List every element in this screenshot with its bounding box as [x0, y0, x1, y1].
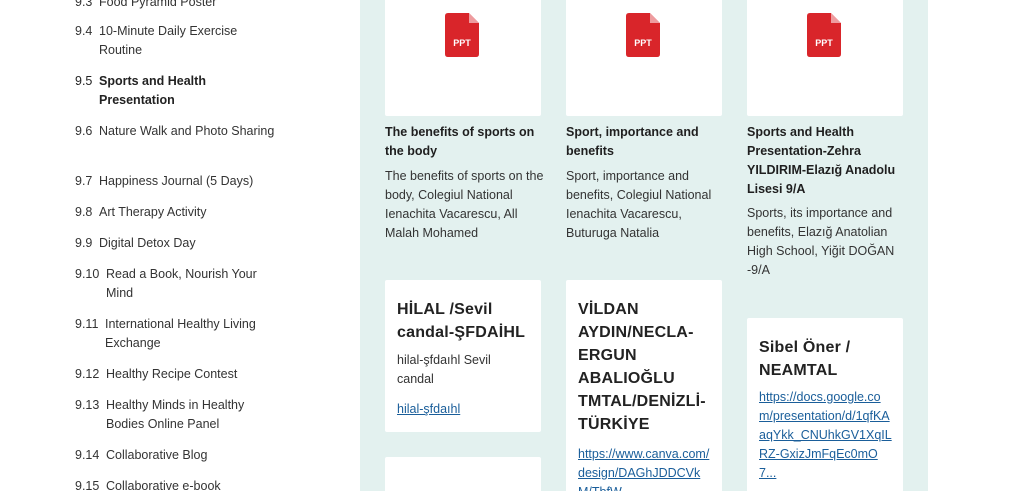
- link-card-title: VİLDAN AYDIN/NECLA-ERGUN ABALIOĞLU TMTAL…: [578, 301, 706, 433]
- sidebar-item-recipe-contest[interactable]: 9.12 Healthy Recipe Contest: [75, 365, 275, 384]
- ppt-file-icon: PPT: [807, 13, 841, 57]
- link-card-url[interactable]: https://www.canva.com/design/DAGhJDDCVkM…: [578, 445, 713, 491]
- content-area: PPT The benefits of sports on the body T…: [360, 0, 928, 491]
- svg-text:PPT: PPT: [453, 38, 471, 48]
- link-card-title: HİLAL /Sevil candal-ŞFDAİHL: [397, 301, 526, 341]
- sidebar-item-daily-exercise[interactable]: 9.4 10-Minute Daily Exercise Routine: [75, 22, 275, 60]
- sidebar-item-read-a-book[interactable]: 9.10 Read a Book, Nourish Your Mind: [75, 265, 275, 303]
- link-card: VİLDAN AYDIN/NECLA-ERGUN ABALIOĞLU TMTAL…: [566, 280, 722, 491]
- svg-text:PPT: PPT: [634, 38, 652, 48]
- sidebar-item-nature-walk[interactable]: 9.6 Nature Walk and Photo Sharing: [75, 122, 275, 141]
- file-thumbnail[interactable]: PPT: [385, 0, 541, 116]
- sidebar-item-sports-health[interactable]: 9.5 Sports and Health Presentation: [75, 72, 275, 110]
- sidebar-item-digital-detox[interactable]: 9.9 Digital Detox Day: [75, 234, 275, 253]
- file-description: Sport, importance and benefits, Colegiul…: [566, 169, 712, 240]
- link-card: [385, 457, 541, 491]
- file-title[interactable]: The benefits of sports on the body: [385, 123, 545, 161]
- link-card-url[interactable]: hilal-şfdaıhl: [397, 400, 532, 419]
- sidebar-item-art-therapy[interactable]: 9.8 Art Therapy Activity: [75, 203, 275, 222]
- sidebar-item-happiness-journal[interactable]: 9.7 Happiness Journal (5 Days): [75, 172, 275, 191]
- file-description: The benefits of sports on the body, Cole…: [385, 169, 544, 240]
- file-thumbnail[interactable]: PPT: [747, 0, 903, 116]
- sidebar-item-collaborative-blog[interactable]: 9.14 Collaborative Blog: [75, 446, 275, 465]
- link-card: HİLAL /Sevil candal-ŞFDAİHL hilal-şfdaıh…: [385, 280, 541, 432]
- file-title[interactable]: Sports and Health Presentation-Zehra YIL…: [747, 123, 907, 199]
- ppt-file-icon: PPT: [445, 13, 479, 57]
- link-card-url[interactable]: https://docs.google.com/presentation/d/1…: [759, 388, 894, 483]
- sidebar-item-collaborative-ebook[interactable]: 9.15 Collaborative e-book: [75, 477, 275, 496]
- sidebar-nav: 9.3 Food Pyramid Poster 9.4 10-Minute Da…: [0, 0, 360, 493]
- file-description: Sports, its importance and benefits, Ela…: [747, 206, 895, 277]
- ppt-file-icon: PPT: [626, 13, 660, 57]
- file-thumbnail[interactable]: PPT: [566, 0, 722, 116]
- svg-text:PPT: PPT: [815, 38, 833, 48]
- link-card-description: hilal-şfdaıhl Sevil candal: [397, 353, 491, 386]
- file-title[interactable]: Sport, importance and benefits: [566, 123, 726, 161]
- link-card: Sibel Öner / NEAMTAL https://docs.google…: [747, 318, 903, 491]
- sidebar-item-food-pyramid-poster[interactable]: 9.3 Food Pyramid Poster: [75, 0, 275, 12]
- sidebar-item-online-panel[interactable]: 9.13 Healthy Minds in Healthy Bodies Onl…: [75, 396, 275, 434]
- sidebar-item-international-exchange[interactable]: 9.11 International Healthy Living Exchan…: [75, 315, 275, 353]
- link-card-title: Sibel Öner / NEAMTAL: [759, 339, 851, 379]
